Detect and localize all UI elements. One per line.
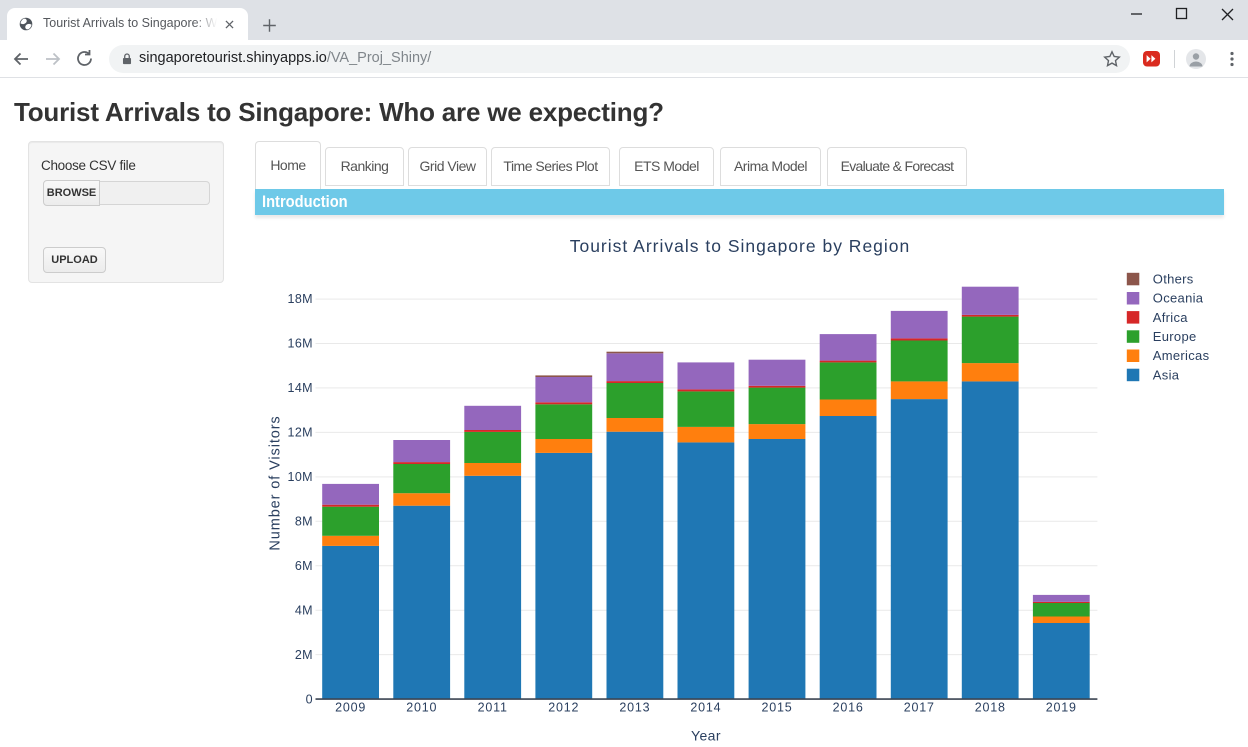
svg-text:10M: 10M [287, 470, 313, 484]
svg-text:2M: 2M [295, 648, 313, 662]
svg-text:8M: 8M [295, 515, 313, 529]
svg-text:4M: 4M [295, 603, 313, 617]
svg-text:2018: 2018 [975, 701, 1006, 715]
svg-text:16M: 16M [287, 337, 313, 351]
svg-text:12M: 12M [287, 426, 313, 440]
svg-text:2012: 2012 [548, 701, 579, 715]
svg-text:Oceania: Oceania [1153, 291, 1204, 306]
svg-text:6M: 6M [295, 559, 313, 573]
svg-text:18M: 18M [287, 292, 313, 306]
svg-text:2016: 2016 [833, 701, 864, 715]
svg-text:2019: 2019 [1046, 701, 1077, 715]
svg-text:Americas: Americas [1153, 348, 1210, 363]
svg-text:2013: 2013 [619, 701, 650, 715]
svg-text:Number of Visitors: Number of Visitors [268, 415, 284, 550]
svg-text:Year: Year [691, 728, 721, 744]
svg-text:2009: 2009 [335, 701, 366, 715]
svg-text:2011: 2011 [478, 701, 508, 715]
svg-text:14M: 14M [287, 381, 313, 395]
svg-text:2014: 2014 [690, 701, 721, 715]
svg-text:Others: Others [1153, 272, 1194, 287]
svg-text:Asia: Asia [1153, 367, 1180, 382]
svg-text:Africa: Africa [1153, 310, 1189, 325]
svg-text:2010: 2010 [406, 701, 437, 715]
svg-text:Europe: Europe [1153, 329, 1197, 344]
svg-text:0: 0 [306, 692, 313, 706]
svg-text:Tourist Arrivals to Singapore: Tourist Arrivals to Singapore by Region [570, 236, 911, 256]
svg-text:2015: 2015 [761, 701, 792, 715]
svg-text:2017: 2017 [904, 701, 935, 715]
